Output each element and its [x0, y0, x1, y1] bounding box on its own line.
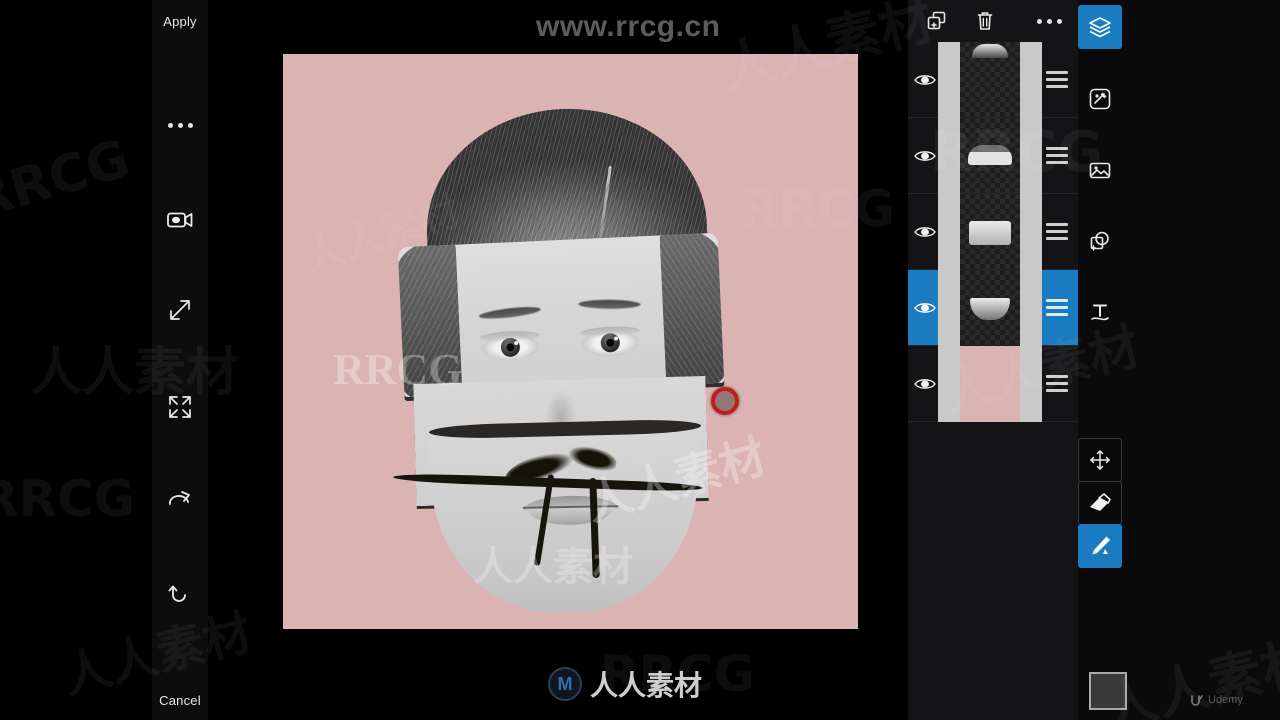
- app-root: Apply Cancel 人人素材 RRCG 人人素材 人人素材 www.rrc…: [0, 0, 1280, 720]
- watermark-ghost-3: RRCG: [0, 470, 135, 528]
- tool-image-button[interactable]: [1078, 148, 1122, 192]
- collage-artwork: 人人素材 RRCG 人人素材 人人素材: [283, 54, 858, 629]
- layers-panel: Normal Opacity 100: [908, 0, 1078, 720]
- add-layer-icon: [927, 11, 946, 30]
- right-toolbar: [1078, 0, 1280, 720]
- layer-visibility-toggle[interactable]: [912, 225, 938, 239]
- tool-transform-button[interactable]: [1078, 438, 1122, 482]
- shapes-overlap-icon: [1090, 231, 1109, 251]
- eyebrow-right: [578, 299, 641, 310]
- eye-icon: [914, 378, 936, 389]
- eye-icon: [914, 74, 936, 85]
- color-swatch-button[interactable]: [1089, 672, 1127, 710]
- resize-diagonal-button[interactable]: [160, 290, 200, 330]
- layer-drag-handle[interactable]: [1042, 375, 1072, 392]
- camera-icon: [167, 212, 193, 228]
- layer-row-eyes[interactable]: [908, 117, 1078, 194]
- layer-row-chin[interactable]: [908, 269, 1078, 346]
- resize-diagonal-icon: [170, 300, 190, 320]
- layers-list: [908, 41, 1078, 422]
- layer-visibility-toggle[interactable]: [912, 149, 938, 163]
- layer-thumbnail[interactable]: [938, 269, 1043, 346]
- eye-icon: [914, 302, 936, 313]
- tool-eraser-button[interactable]: [1078, 481, 1122, 525]
- layer-visibility-toggle[interactable]: [912, 377, 938, 391]
- eye-icon: [914, 226, 936, 237]
- layer-visibility-toggle[interactable]: [912, 301, 938, 315]
- brush-cursor-indicator[interactable]: [711, 387, 739, 415]
- artwork-slice-hair: [422, 103, 708, 255]
- magic-wand-sticker-icon: [1089, 88, 1111, 110]
- text-T-icon: [1091, 304, 1109, 321]
- expand-all-button[interactable]: [160, 387, 200, 427]
- tool-shapes-button[interactable]: [1078, 219, 1122, 263]
- tool-layers-button[interactable]: [1078, 5, 1122, 49]
- canvas-area[interactable]: 人人素材 RRCG 人人素材 人人素材: [208, 0, 908, 720]
- tool-text-button[interactable]: [1078, 290, 1122, 334]
- delete-layer-button[interactable]: [968, 4, 1002, 38]
- redo-button[interactable]: [160, 480, 200, 520]
- more-horizontal-icon: [1036, 18, 1062, 24]
- brush-pen-icon: [1092, 536, 1110, 555]
- more-options-button[interactable]: [160, 105, 200, 145]
- move-arrows-icon: [1090, 450, 1110, 470]
- layer-thumbnail[interactable]: [938, 41, 1043, 118]
- expand-arrows-icon: [169, 396, 191, 418]
- layer-thumbnail[interactable]: [938, 193, 1043, 270]
- hair-side-left: [397, 240, 463, 398]
- layer-drag-handle[interactable]: [1042, 147, 1072, 164]
- add-layer-button[interactable]: [920, 4, 954, 38]
- cancel-button[interactable]: Cancel: [152, 693, 208, 708]
- artboard[interactable]: 人人素材 RRCG 人人素材 人人素材: [283, 54, 858, 629]
- tool-brush-button[interactable]: [1078, 524, 1122, 568]
- redo-icon: [169, 491, 190, 505]
- layers-stack-icon: [1089, 17, 1111, 38]
- eye-left: [481, 333, 539, 362]
- layer-drag-handle[interactable]: [1042, 223, 1072, 240]
- watermark-ghost-1: RRCG: [0, 128, 137, 232]
- trash-icon: [977, 12, 993, 30]
- layer-drag-handle[interactable]: [1042, 299, 1072, 316]
- layer-thumbnail[interactable]: [938, 117, 1043, 194]
- layer-row-background[interactable]: [908, 345, 1078, 422]
- undo-icon: [168, 585, 186, 602]
- eraser-icon: [1090, 493, 1111, 511]
- lips: [522, 491, 620, 527]
- apply-button[interactable]: Apply: [152, 14, 208, 29]
- eyebrow-left: [478, 304, 542, 321]
- layer-row-hair-top[interactable]: [908, 41, 1078, 118]
- left-toolbar: Apply Cancel: [152, 0, 208, 720]
- eye-icon: [914, 150, 936, 161]
- image-picture-icon: [1089, 162, 1111, 179]
- more-horizontal-icon: [167, 122, 193, 128]
- tool-adjustments-button[interactable]: [1078, 77, 1122, 121]
- layer-drag-handle[interactable]: [1042, 71, 1072, 88]
- undo-button[interactable]: [160, 575, 200, 615]
- layers-panel-header: [908, 0, 1078, 42]
- layer-row-nose[interactable]: [908, 193, 1078, 270]
- layer-thumbnail[interactable]: [938, 345, 1043, 422]
- hair-side-right: [659, 232, 725, 392]
- layer-visibility-toggle[interactable]: [912, 73, 938, 87]
- camera-button[interactable]: [160, 200, 200, 240]
- layers-more-button[interactable]: [1032, 4, 1066, 38]
- artwork-slice-eyes: [397, 232, 725, 398]
- eye-right: [581, 328, 639, 358]
